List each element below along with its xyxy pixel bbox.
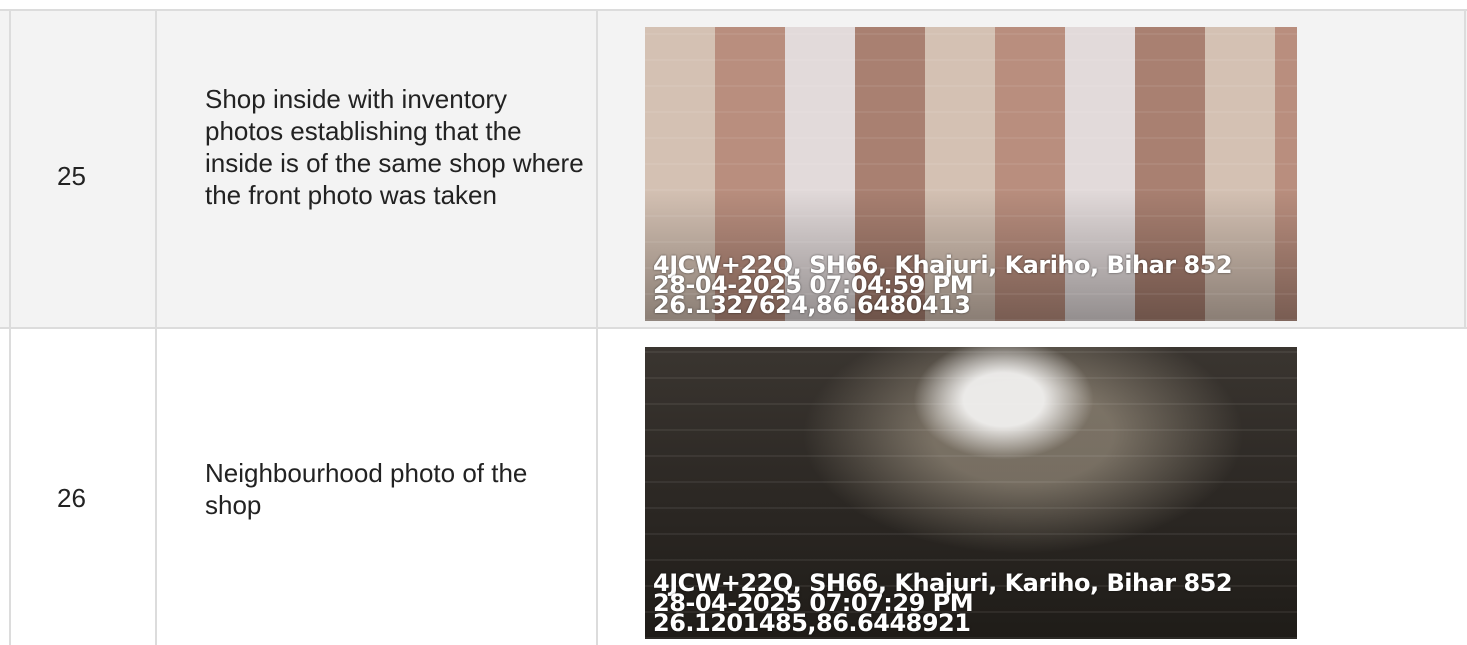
table-grid-line	[9, 9, 11, 645]
table-row: 26 Neighbourhood photo of the shop 4JCW+…	[0, 329, 1467, 645]
shop-inside-photo: 4JCW+22Q, SH66, Khajuri, Kariho, Bihar 8…	[645, 27, 1297, 321]
photo-geotag-overlay: 4JCW+22Q, SH66, Khajuri, Kariho, Bihar 8…	[653, 253, 1233, 319]
row-number: 26	[57, 483, 86, 513]
geotag-coordinates: 26.1327624,86.6480413	[653, 291, 971, 319]
evidence-table: 25 Shop inside with inventory photos est…	[0, 0, 1467, 645]
table-grid-line	[596, 9, 598, 645]
table-grid-line	[155, 9, 157, 645]
table-row: 25 Shop inside with inventory photos est…	[0, 9, 1467, 329]
table-grid-line	[1464, 9, 1466, 329]
row-number: 25	[57, 161, 86, 191]
neighbourhood-photo: 4JCW+22Q, SH66, Khajuri, Kariho, Bihar 8…	[645, 347, 1297, 639]
photo-geotag-overlay: 4JCW+22Q, SH66, Khajuri, Kariho, Bihar 8…	[653, 571, 1233, 637]
row-description: Shop inside with inventory photos establ…	[205, 84, 584, 210]
row-description: Neighbourhood photo of the shop	[205, 458, 528, 520]
geotag-coordinates: 26.1201485,86.6448921	[653, 609, 971, 637]
